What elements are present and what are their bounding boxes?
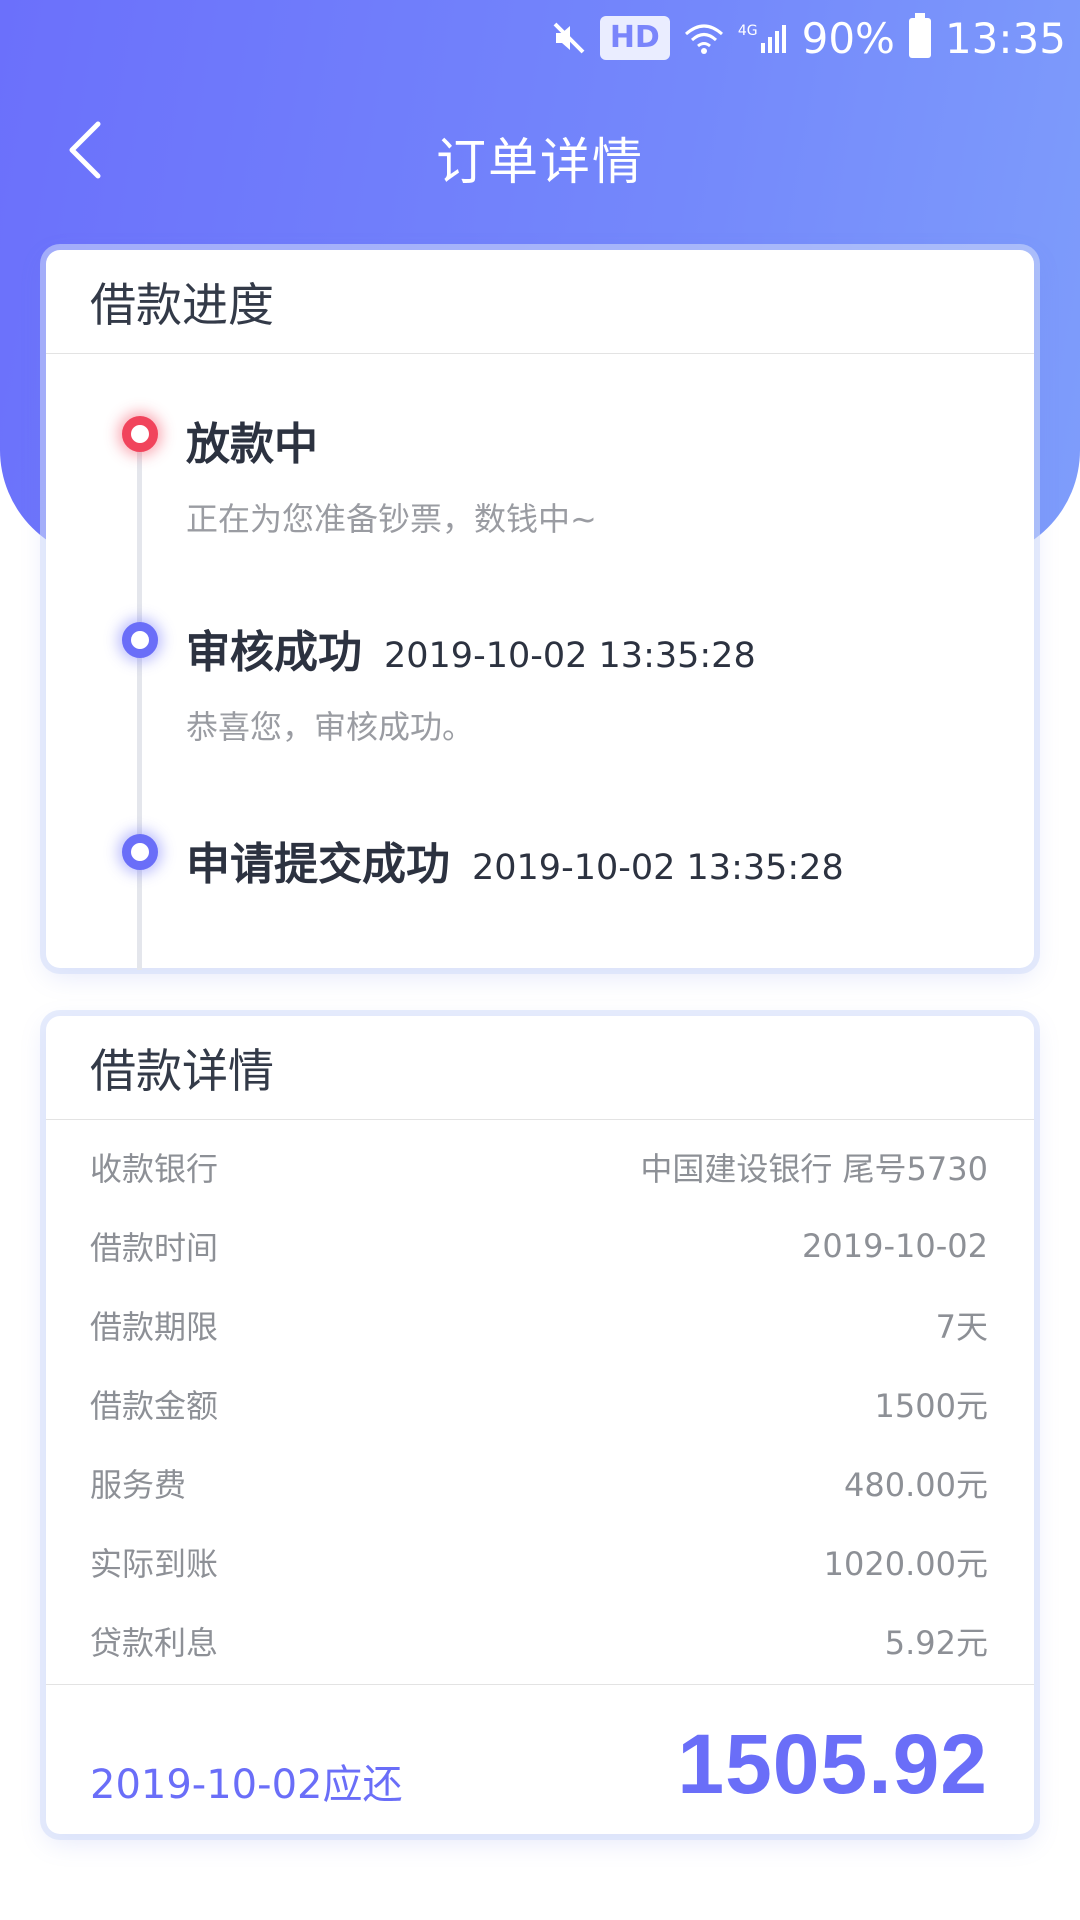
loan-details-title: 借款详情 [46, 1016, 1034, 1120]
detail-value: 1500元 [874, 1387, 988, 1425]
due-amount: 1505.92 [677, 1717, 988, 1811]
wifi-icon [684, 22, 724, 54]
detail-label: 借款期限 [90, 1308, 219, 1346]
battery-percent: 90% [801, 13, 895, 63]
detail-value: 5.92元 [884, 1624, 988, 1662]
loan-details-card: 借款详情 收款银行 中国建设银行 尾号5730 借款时间 2019-10-02 … [46, 1016, 1034, 1834]
done-step-dot-icon [122, 622, 158, 658]
current-step-dot-icon [122, 416, 158, 452]
page-title: 订单详情 [436, 133, 644, 191]
detail-label: 借款金额 [90, 1387, 219, 1425]
detail-row-amount: 借款金额 1500元 [90, 1379, 988, 1429]
detail-value: 1020.00元 [823, 1545, 988, 1583]
detail-label: 借款时间 [90, 1229, 219, 1267]
detail-row-bank: 收款银行 中国建设银行 尾号5730 [90, 1142, 988, 1192]
loan-progress-title: 借款进度 [46, 250, 1034, 354]
detail-row-date: 借款时间 2019-10-02 [90, 1221, 988, 1271]
step-title: 申请提交成功 [186, 839, 450, 890]
status-bar: HD 4G 90% 13:35 [0, 0, 1080, 76]
timeline-line [137, 434, 142, 970]
due-date-label: 2019-10-02应还 [90, 1762, 403, 1808]
detail-row-interest: 贷款利息 5.92元 [90, 1616, 988, 1666]
detail-value: 中国建设银行 尾号5730 [640, 1150, 988, 1188]
mute-icon [552, 21, 586, 55]
detail-row-term: 借款期限 7天 [90, 1300, 988, 1350]
nav-bar: 订单详情 [0, 100, 1080, 200]
detail-value: 2019-10-02 [802, 1227, 988, 1265]
detail-row-received: 实际到账 1020.00元 [90, 1537, 988, 1587]
detail-label: 贷款利息 [90, 1624, 219, 1662]
hd-badge: HD [599, 16, 670, 60]
step-description: 恭喜您，审核成功。 [186, 708, 475, 746]
network-type: 4G [737, 23, 758, 39]
signal-icon: 4G [738, 23, 788, 53]
detail-label: 实际到账 [90, 1545, 219, 1583]
battery-icon [908, 13, 931, 58]
step-description: 正在为您准备钞票，数钱中~ [186, 500, 597, 538]
divider [46, 1684, 1034, 1685]
step-title: 审核成功 [186, 627, 362, 678]
detail-label: 服务费 [90, 1466, 187, 1504]
loan-progress-card: 借款进度 放款中 正在为您准备钞票，数钱中~ 审核成功 2019-10-02 1… [46, 250, 1034, 970]
detail-value: 480.00元 [844, 1466, 988, 1504]
detail-label: 收款银行 [90, 1150, 219, 1188]
done-step-dot-icon [122, 834, 158, 870]
step-time: 2019-10-02 13:35:28 [472, 848, 844, 888]
detail-row-service-fee: 服务费 480.00元 [90, 1458, 988, 1508]
clock: 13:35 [944, 13, 1066, 63]
step-time: 2019-10-02 13:35:28 [384, 636, 756, 676]
step-title: 放款中 [186, 419, 318, 470]
detail-value: 7天 [935, 1308, 988, 1346]
